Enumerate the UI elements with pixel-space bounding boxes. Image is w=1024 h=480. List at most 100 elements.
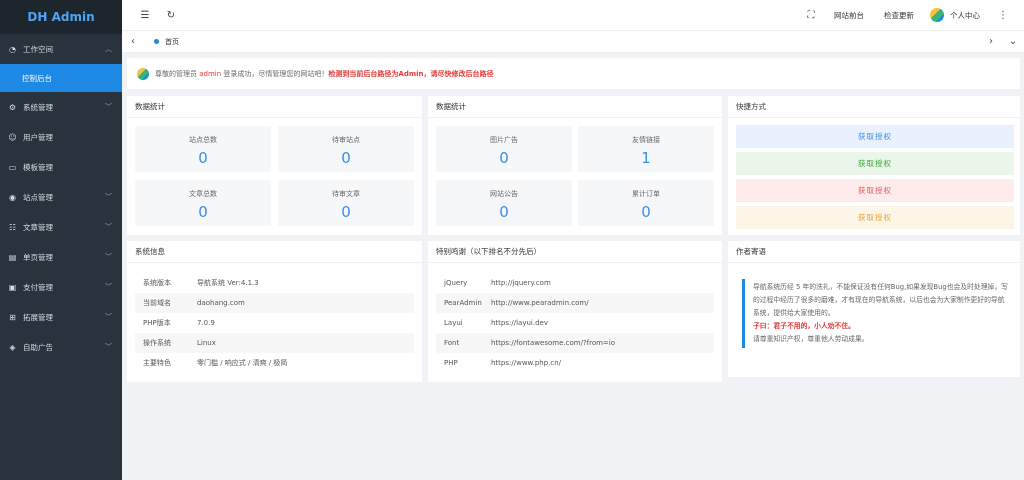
stat-label: 待审文章 [332,190,360,198]
stat-value: 0 [198,149,208,167]
row-value: 导航系统 Ver:4.1.3 [197,279,259,287]
login-notice: 尊敬的管理员 admin 登录成功，尽情管理您的网站吧！ 检测到当前后台路径为A… [127,58,1020,89]
check-update-link[interactable]: 检查更新 [874,10,924,21]
tab-label: 首页 [165,37,179,46]
stat-value: 1 [641,149,651,167]
sidebar-item-label: 用户管理 [23,132,53,142]
tab-home[interactable]: 首页 [144,37,189,47]
get-license-button-1[interactable]: 获取授权 [736,125,1014,148]
sidebar-item-sites[interactable]: ◉ 站点管理 ﹀ [0,182,122,212]
sidebar-item-label: 工作空间 [23,44,53,54]
table-row: 操作系统 Linux [135,333,414,353]
stat-item: 待审站点 0 [278,126,414,172]
stat-label: 累计订单 [632,190,660,198]
stat-item: 站点总数 0 [135,126,271,172]
stat-item: 网站公告 0 [436,180,572,226]
sidebar-item-label: 单页管理 [23,252,53,262]
stat-value: 0 [198,203,208,221]
chevron-down-icon: ﹀ [105,223,112,231]
row-link[interactable]: https://www.php.cn/ [491,359,561,367]
sidebar-item-users[interactable]: ☺ 用户管理 [0,122,122,152]
stat-value: 0 [641,203,651,221]
sidebar-item-label: 模板管理 [23,162,53,172]
table-row: PearAdmin http://www.pearadmin.com/ [436,293,714,313]
system-info-card: 系统信息 系统版本 导航系统 Ver:4.1.3 当前域名 daohang.co… [127,241,422,382]
quick-links-card: 快捷方式 获取授权 获取授权 获取授权 获取授权 [728,96,1020,235]
page-icon: ▤ [8,252,17,262]
stat-value: 0 [341,149,351,167]
notice-warning: 检测到当前后台路径为Admin，请尽快修改后台路径 [328,69,494,78]
sidebar-item-label: 自助广告 [23,342,53,352]
tab-prev-icon[interactable]: ‹ [122,36,144,47]
row-key: PHP版本 [143,319,171,327]
stats-card-2: 数据统计 图片广告 0 友情链接 1 网站公告 0 累计订单 0 [428,96,722,235]
stat-value: 0 [499,203,509,221]
table-row: PHP https://www.php.cn/ [436,353,714,373]
card-title: 特别鸣谢（以下排名不分先后） [428,241,722,263]
tab-bar: ‹ 首页 › ⌄ [122,31,1024,53]
tab-menu-icon[interactable]: ⌄ [1002,36,1024,47]
sidebar-item-system[interactable]: ⚙ 系统管理 ﹀ [0,92,122,122]
sidebar-subitem-control[interactable]: 控制后台 [0,64,122,92]
author-paragraph: 导航系统历经 5 年的洗礼，不能保证没有任何Bug,如果发现Bug也会及时处理掉… [753,283,1008,317]
get-license-button-3[interactable]: 获取授权 [736,179,1014,202]
menu-toggle-icon[interactable]: ☰ [132,10,158,21]
tab-next-icon[interactable]: › [980,36,1002,47]
row-key: 系统版本 [143,279,171,287]
get-license-button-2[interactable]: 获取授权 [736,152,1014,175]
row-key: 主要特色 [143,359,171,367]
template-icon: ▭ [8,162,17,172]
notice-middle: 登录成功，尽情管理您的网站吧！ [223,69,329,78]
active-dot-icon [154,39,159,44]
stat-item: 累计订单 0 [578,180,714,226]
row-link[interactable]: https://layui.dev [491,319,548,327]
row-value: 7.0.9 [197,319,215,327]
app-logo: DH Admin [0,0,122,34]
more-icon[interactable]: ⋮ [990,10,1016,21]
stats-card-1: 数据统计 站点总数 0 待审站点 0 文章总数 0 待审文章 0 [127,96,422,235]
sidebar-item-extend[interactable]: ⊞ 拓展管理 ﹀ [0,302,122,332]
table-row: PHP版本 7.0.9 [135,313,414,333]
table-row: Layui https://layui.dev [436,313,714,333]
row-key: PearAdmin [444,299,482,307]
row-link[interactable]: http://jquery.com [491,279,551,287]
notice-prefix: 尊敬的管理员 [155,69,197,78]
site-front-link[interactable]: 网站前台 [824,10,874,21]
card-title: 快捷方式 [728,96,1020,118]
pay-icon: ▣ [8,282,17,292]
author-highlight: 子曰：君子不用的，小人劝不住。 [753,322,855,330]
row-link[interactable]: https://fontawesome.com/?from=io [491,339,615,347]
stat-item: 图片广告 0 [436,126,572,172]
card-title: 作者寄语 [728,241,1020,263]
sidebar-item-payment[interactable]: ▣ 支付管理 ﹀ [0,272,122,302]
stat-value: 0 [499,149,509,167]
row-key: jQuery [444,279,468,287]
chevron-down-icon: ﹀ [105,193,112,201]
sidebar-item-label: 支付管理 [23,282,53,292]
table-row: jQuery http://jquery.com [436,273,714,293]
sidebar-item-label: 文章管理 [23,222,53,232]
dashboard-icon: ◔ [9,44,16,54]
row-link[interactable]: http://www.pearadmin.com/ [491,299,589,307]
extend-icon: ⊞ [9,312,16,322]
fullscreen-icon[interactable]: ⛶ [798,10,824,21]
stat-label: 站点总数 [189,136,217,144]
author-note: 请尊重知识产权，尊重他人劳动成果。 [753,335,869,343]
stat-item: 友情链接 1 [578,126,714,172]
author-quote: 导航系统历经 5 年的洗礼，不能保证没有任何Bug,如果发现Bug也会及时处理掉… [742,279,1014,348]
sidebar-item-templates[interactable]: ▭ 模板管理 [0,152,122,182]
table-row: 系统版本 导航系统 Ver:4.1.3 [135,273,414,293]
sidebar-item-label: 拓展管理 [23,312,53,322]
avatar[interactable] [930,8,944,22]
sidebar-item-articles[interactable]: ☷ 文章管理 ﹀ [0,212,122,242]
sidebar-item-pages[interactable]: ▤ 单页管理 ﹀ [0,242,122,272]
get-license-button-4[interactable]: 获取授权 [736,206,1014,229]
card-title: 数据统计 [127,96,422,118]
refresh-icon[interactable]: ↻ [158,10,184,21]
user-center-link[interactable]: 个人中心 [948,10,990,21]
ad-icon: ◈ [9,342,16,352]
chevron-down-icon: ﹀ [105,313,112,321]
sidebar-item-ads[interactable]: ◈ 自助广告 ﹀ [0,332,122,362]
sidebar-item-workspace[interactable]: ◔ 工作空间 ︿ [0,34,122,64]
gear-icon: ⚙ [8,102,17,112]
